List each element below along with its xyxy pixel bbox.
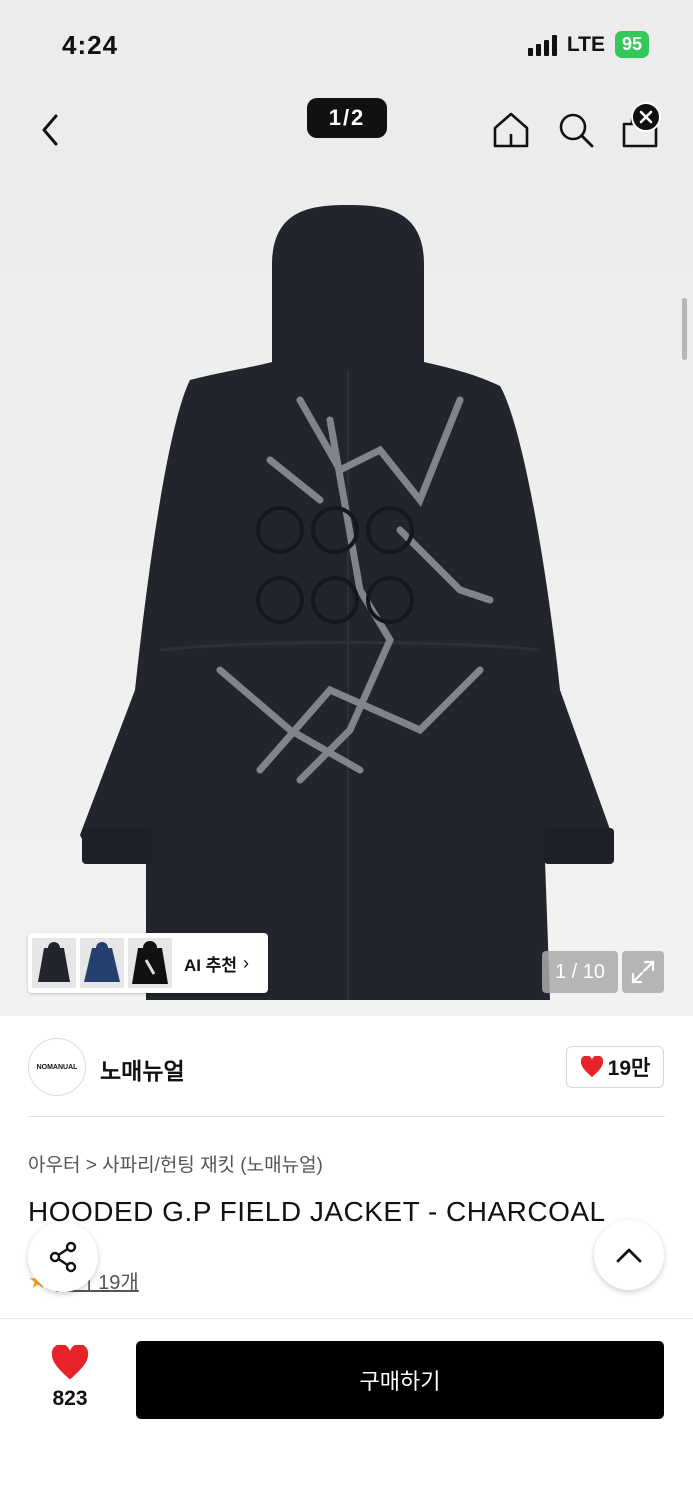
- brand-like-count: 19만: [607, 1057, 651, 1080]
- brand-logo[interactable]: NOMANUAL: [28, 1038, 86, 1096]
- status-bar: 4:24 LTE 95: [0, 0, 693, 90]
- top-nav-bar: 1/2: [0, 90, 693, 170]
- bottom-action-bar: 823 구매하기: [0, 1318, 693, 1501]
- scroll-to-top-button[interactable]: [594, 1220, 664, 1290]
- heart-icon: [51, 1344, 89, 1380]
- product-image-gallery[interactable]: [0, 170, 693, 1016]
- back-icon: [42, 114, 58, 146]
- breadcrumb-item[interactable]: 사파리/헌팅 재킷 (노매뉴얼): [102, 1155, 323, 1176]
- page-indicator: 1/2: [307, 98, 387, 138]
- close-button[interactable]: [631, 102, 661, 132]
- ai-recommend-label: AI 추천: [184, 955, 238, 975]
- recommend-thumbnail: [80, 938, 124, 988]
- back-button[interactable]: [36, 112, 66, 148]
- breadcrumb: 아우터 > 사파리/헌팅 재킷 (노매뉴얼): [28, 1150, 323, 1177]
- heart-icon: [580, 1056, 603, 1077]
- share-icon: [49, 1241, 77, 1273]
- breadcrumb-item[interactable]: 아우터: [28, 1155, 80, 1176]
- status-time: 4:24: [62, 30, 119, 60]
- network-label: LTE: [566, 32, 605, 56]
- buy-button[interactable]: 구매하기: [136, 1341, 664, 1419]
- scrollbar[interactable]: [682, 298, 687, 360]
- ai-recommend-button[interactable]: AI 추천 ›: [28, 933, 268, 993]
- brand-row[interactable]: NOMANUAL 노매뉴얼 19만: [0, 1016, 693, 1116]
- close-icon: [631, 102, 661, 132]
- search-icon: [559, 113, 594, 148]
- expand-icon: [631, 960, 655, 984]
- product-image: [80, 205, 614, 1000]
- image-counter: 1 / 10: [542, 951, 618, 993]
- brand-name[interactable]: 노매뉴얼: [100, 1052, 185, 1086]
- status-icons: LTE 95: [527, 31, 649, 58]
- wish-count: 823: [52, 1387, 88, 1410]
- wish-button[interactable]: [50, 1344, 90, 1381]
- share-button[interactable]: [28, 1222, 98, 1292]
- brand-like-button[interactable]: 19만: [566, 1046, 664, 1088]
- battery-badge: 95: [614, 31, 649, 58]
- chevron-up-icon: [616, 1248, 642, 1263]
- product-title: HOODED G.P FIELD JACKET - CHARCOAL: [28, 1196, 606, 1227]
- home-button[interactable]: [491, 110, 531, 150]
- recommend-thumbnail: [32, 938, 76, 988]
- search-button[interactable]: [556, 110, 596, 150]
- recommend-thumbnail: [128, 938, 172, 988]
- chevron-right-icon: ›: [243, 952, 250, 973]
- expand-image-button[interactable]: [622, 951, 664, 993]
- home-icon: [493, 112, 529, 148]
- divider: [28, 1116, 665, 1117]
- signal-icon: [527, 34, 557, 56]
- breadcrumb-separator-icon: >: [85, 1155, 103, 1176]
